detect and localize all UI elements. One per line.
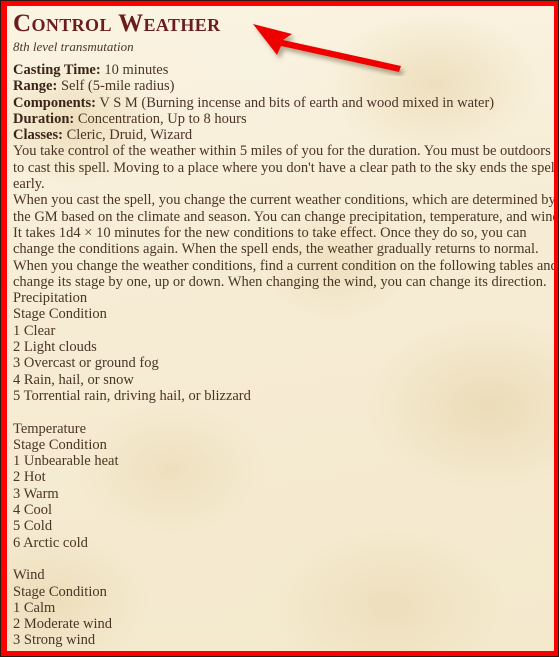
- meta-value-casting-time: 10 minutes: [104, 62, 169, 78]
- meta-row-range: Range: Self (5-mile radius): [13, 78, 548, 94]
- wind-table-title: Wind: [13, 567, 45, 584]
- wind-table-header: Stage Condition: [13, 583, 107, 600]
- table-row: 4 Gale: [13, 649, 548, 651]
- table-row: 5 Torrential rain, driving hail, or bliz…: [13, 387, 251, 404]
- spell-level-school: 8th level transmutation: [13, 39, 134, 54]
- meta-row-components: Components: V S M (Burning incense and b…: [13, 95, 548, 111]
- meta-label-casting-time: Casting Time:: [13, 62, 101, 78]
- table-row: 5 Cold: [13, 518, 53, 535]
- spell-card: Control Weather 8th level transmutation …: [0, 0, 559, 657]
- meta-label-classes: Classes:: [13, 127, 63, 144]
- description-paragraph-3: When you change the weather conditions, …: [13, 257, 554, 290]
- table-row: 3 Strong wind: [13, 632, 96, 649]
- parchment-sheet: Control Weather 8th level transmutation …: [7, 6, 554, 651]
- description-paragraph-1: You take control of the weather within 5…: [13, 143, 554, 193]
- table-row: 1 Unbearable heat: [13, 453, 119, 470]
- meta-label-components: Components:: [13, 94, 96, 111]
- wind-table: Wind Stage Condition 1 Calm 2 Moderate w…: [13, 567, 548, 651]
- table-row: 4 Cool: [13, 502, 53, 519]
- table-row: 4 Rain, hail, or snow: [13, 371, 134, 388]
- temperature-table-title: Temperature: [13, 420, 87, 437]
- description-paragraph-2: When you cast the spell, you change the …: [13, 192, 554, 258]
- spell-description: You take control of the weather within 5…: [13, 143, 554, 290]
- table-row: 2 Moderate wind: [13, 616, 113, 633]
- table-row: 2 Hot: [13, 469, 46, 486]
- temperature-table-header: Stage Condition: [13, 436, 107, 453]
- table-row: 1 Calm: [13, 599, 56, 616]
- meta-value-duration: Concentration, Up to 8 hours: [77, 110, 247, 127]
- meta-row-casting-time: Casting Time: 10 minutes: [13, 62, 548, 78]
- temperature-table: Temperature Stage Condition 1 Unbearable…: [13, 421, 548, 551]
- meta-row-classes: Classes: Cleric, Druid, Wizard: [13, 127, 548, 143]
- precipitation-table-title: Precipitation: [13, 290, 88, 307]
- table-row: 6 Arctic cold: [13, 534, 88, 551]
- precipitation-table: Precipitation Stage Condition 1 Clear 2 …: [13, 290, 548, 404]
- meta-value-components: V S M (Burning incense and bits of earth…: [99, 94, 495, 111]
- meta-value-range: Self (5-mile radius): [60, 78, 175, 95]
- table-row: 3 Warm: [13, 485, 59, 502]
- spell-meta-list: Casting Time: 10 minutes Range: Self (5-…: [13, 62, 548, 143]
- meta-row-duration: Duration: Concentration, Up to 8 hours: [13, 111, 548, 127]
- meta-value-classes: Cleric, Druid, Wizard: [66, 127, 193, 144]
- table-row: 1 Clear: [13, 322, 56, 339]
- precipitation-table-header: Stage Condition: [13, 306, 107, 323]
- table-row: 2 Light clouds: [13, 339, 97, 356]
- page-title: Control Weather: [13, 10, 221, 37]
- table-row: 3 Overcast or ground fog: [13, 355, 159, 372]
- meta-label-duration: Duration:: [13, 110, 75, 127]
- meta-label-range: Range:: [13, 78, 58, 95]
